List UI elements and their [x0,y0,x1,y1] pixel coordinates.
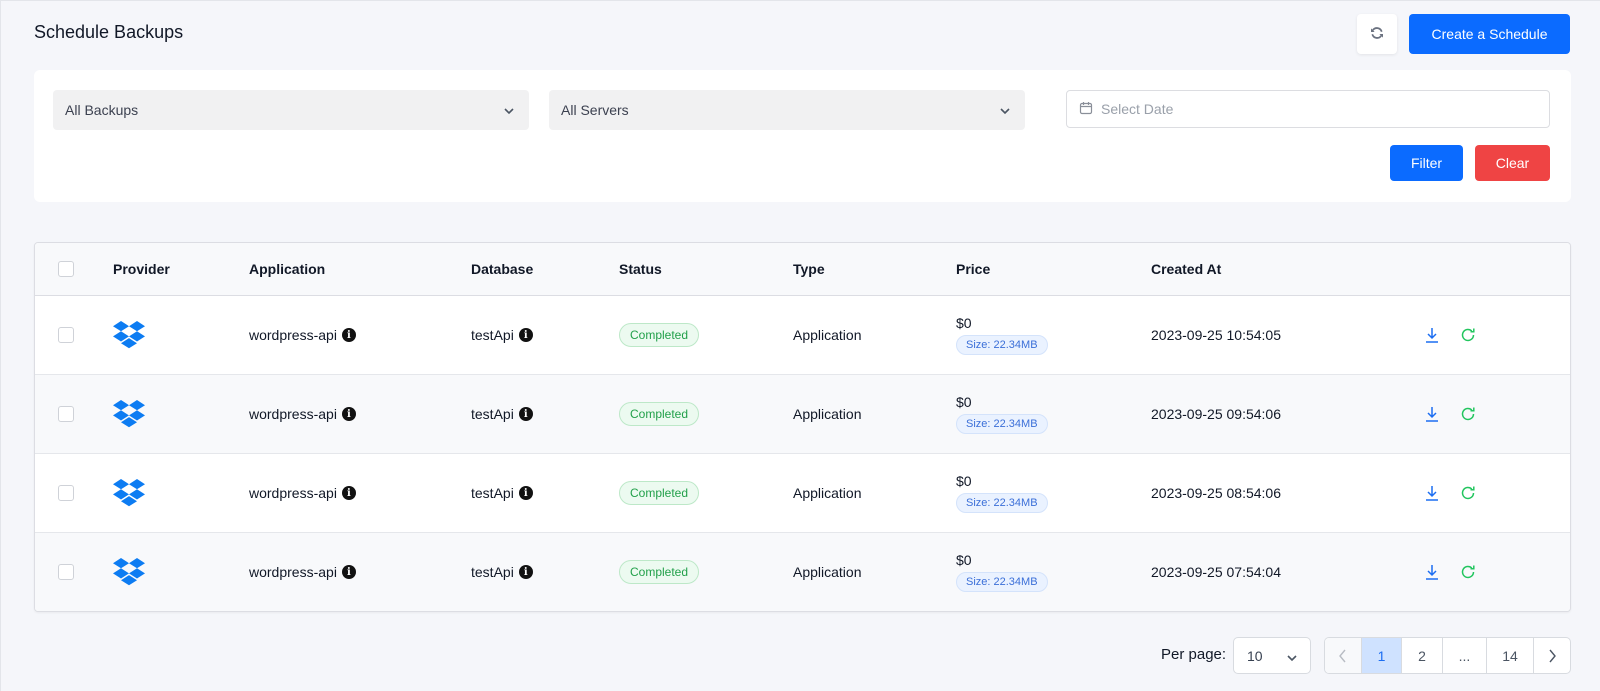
info-icon[interactable]: i [341,407,356,421]
column-provider: Provider [113,261,170,277]
dropbox-icon [113,320,145,350]
application-name: wordpress-api [249,406,337,422]
clear-button[interactable]: Clear [1475,145,1550,181]
page-button-1[interactable]: 1 [1362,638,1402,673]
download-icon[interactable] [1425,485,1439,501]
servers-select-value: All Servers [561,102,629,118]
prev-page-button[interactable] [1325,638,1362,673]
page-ellipsis: ... [1443,638,1487,673]
column-status: Status [619,261,662,277]
size-badge: Size: 22.34MB [956,414,1048,434]
info-icon[interactable]: i [341,328,356,342]
info-icon[interactable]: i [518,407,533,421]
chevron-down-icon [999,104,1011,120]
refresh-icon [1369,25,1385,44]
download-icon[interactable] [1425,327,1439,343]
page-title: Schedule Backups [34,22,184,42]
filter-panel: All Backups All Servers Filter Clear [34,70,1571,202]
price: $0 [956,473,972,489]
database-name: testApi [471,485,514,501]
per-page-value: 10 [1247,647,1263,664]
info-icon[interactable]: i [518,328,533,342]
table-row: wordpress-api i testApi i Completed Appl… [35,533,1570,611]
table-header: Provider Application Database Status Typ… [35,243,1570,296]
download-icon[interactable] [1425,564,1439,580]
column-application: Application [249,261,326,277]
size-badge: Size: 22.34MB [956,572,1048,592]
restore-icon[interactable] [1460,485,1476,501]
application-name: wordpress-api [249,327,337,343]
table-row: wordpress-api i testApi i Completed Appl… [35,454,1570,533]
created-at: 2023-09-25 07:54:04 [1151,564,1281,580]
column-type: Type [793,261,825,277]
info-icon[interactable]: i [341,486,356,500]
backup-type: Application [793,406,862,422]
servers-select[interactable]: All Servers [549,90,1025,130]
status-badge: Completed [619,402,700,426]
info-icon[interactable]: i [518,565,533,579]
dropbox-icon [113,478,145,508]
database-name: testApi [471,327,514,343]
select-all-checkbox[interactable] [58,261,74,277]
date-input[interactable] [1101,101,1501,117]
backups-select[interactable]: All Backups [53,90,529,130]
size-badge: Size: 22.34MB [956,493,1048,513]
page-button-2[interactable]: 2 [1402,638,1443,673]
row-checkbox[interactable] [58,564,74,580]
calendar-icon [1079,101,1093,118]
status-badge: Completed [619,560,700,584]
dropbox-icon [113,399,145,429]
database-name: testApi [471,564,514,580]
price: $0 [956,315,972,331]
next-page-button[interactable] [1534,638,1570,673]
column-price: Price [956,261,991,277]
date-picker[interactable] [1066,90,1550,128]
restore-icon[interactable] [1460,327,1476,343]
created-at: 2023-09-25 09:54:06 [1151,406,1281,422]
per-page-label: Per page: [1161,646,1227,663]
size-badge: Size: 22.34MB [956,335,1048,355]
price: $0 [956,552,972,568]
created-at: 2023-09-25 10:54:05 [1151,327,1281,343]
application-name: wordpress-api [249,485,337,501]
application-name: wordpress-api [249,564,337,580]
info-icon[interactable]: i [341,565,356,579]
create-schedule-button[interactable]: Create a Schedule [1409,14,1570,54]
dropbox-icon [113,557,145,587]
chevron-down-icon [1286,651,1298,667]
price: $0 [956,394,972,410]
pagination: 1 2 ... 14 [1324,637,1571,674]
page-button-14[interactable]: 14 [1487,638,1534,673]
row-checkbox[interactable] [58,485,74,501]
backup-type: Application [793,564,862,580]
backups-table: Provider Application Database Status Typ… [34,242,1571,612]
refresh-button[interactable] [1357,14,1397,54]
row-checkbox[interactable] [58,406,74,422]
restore-icon[interactable] [1460,564,1476,580]
info-icon[interactable]: i [518,486,533,500]
column-created-at: Created At [1151,261,1222,277]
row-checkbox[interactable] [58,327,74,343]
restore-icon[interactable] [1460,406,1476,422]
status-badge: Completed [619,481,700,505]
table-row: wordpress-api i testApi i Completed Appl… [35,375,1570,454]
status-badge: Completed [619,323,700,347]
database-name: testApi [471,406,514,422]
table-row: wordpress-api i testApi i Completed Appl… [35,296,1570,375]
chevron-down-icon [503,104,515,120]
column-database: Database [471,261,534,277]
backup-type: Application [793,485,862,501]
created-at: 2023-09-25 08:54:06 [1151,485,1281,501]
per-page-select[interactable]: 10 [1233,637,1311,674]
backups-select-value: All Backups [65,102,139,118]
download-icon[interactable] [1425,406,1439,422]
filter-button[interactable]: Filter [1390,145,1463,181]
backup-type: Application [793,327,862,343]
